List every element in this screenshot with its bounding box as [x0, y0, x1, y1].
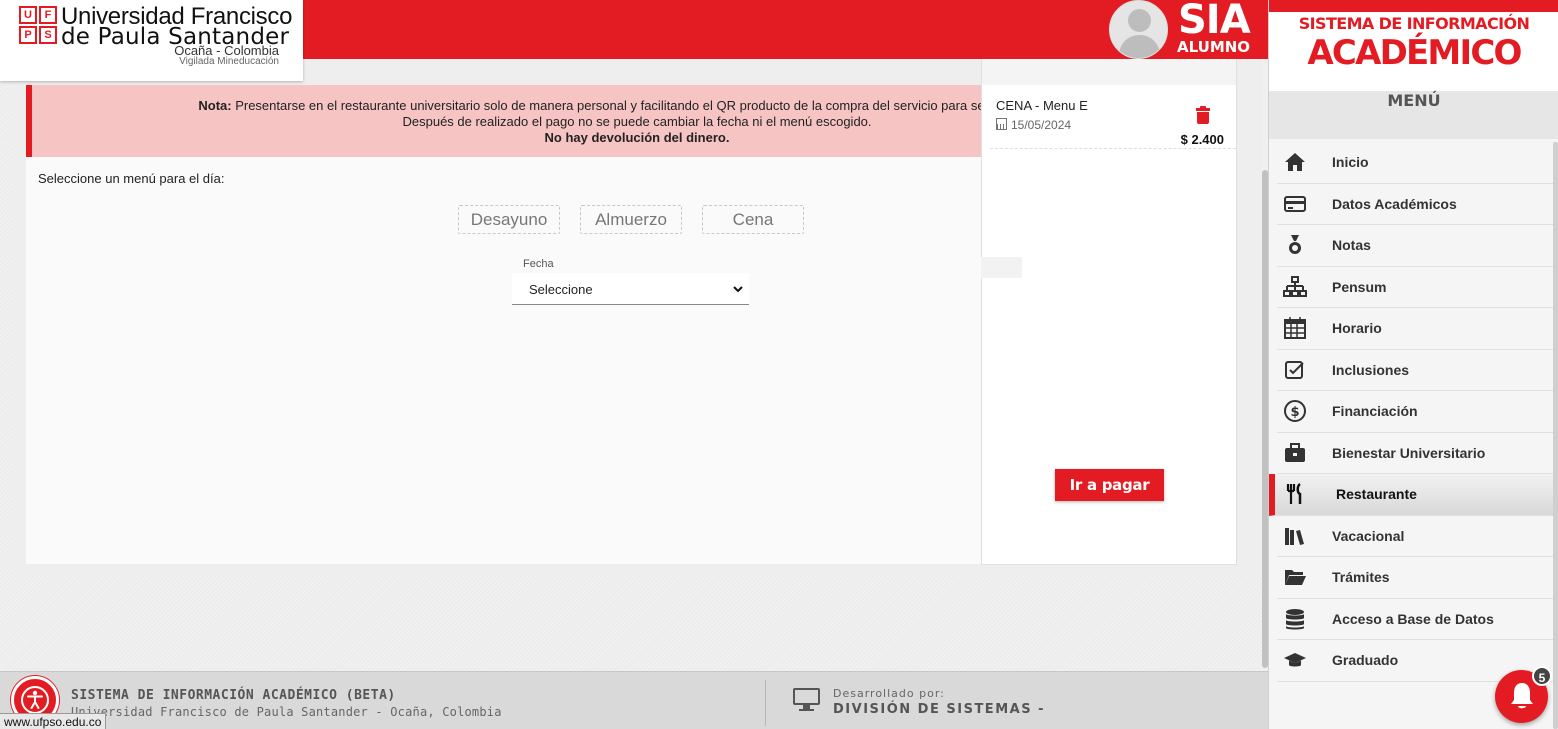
cart-item-date: 15/05/2024	[1011, 118, 1072, 132]
sidebar-item-inicio[interactable]: Inicio	[1277, 142, 1558, 184]
ufps-logo-mark-icon: U F P S	[19, 6, 57, 44]
sidebar-item-label: Financiación	[1332, 403, 1418, 419]
notice-label: Nota:	[198, 98, 232, 113]
sidebar-item-label: Inicio	[1332, 154, 1369, 170]
footer-divider	[765, 680, 766, 726]
footer-title: SISTEMA DE INFORMACIÓN ACADÉMICO (BETA)	[71, 688, 396, 703]
developed-by-label: Desarrollado por:	[833, 687, 945, 700]
date-select[interactable]: Seleccione	[512, 273, 749, 305]
avatar-body	[1119, 35, 1160, 58]
sidebar-item-label: Acceso a Base de Datos	[1332, 610, 1494, 627]
accessibility-icon	[21, 686, 49, 714]
date-select-value: Seleccione	[529, 282, 593, 297]
sidebar-item-label: Restaurante	[1336, 486, 1417, 502]
dinner-button[interactable]: Cena	[702, 205, 804, 234]
sidebar-item-vacacional[interactable]: Vacacional	[1277, 516, 1558, 557]
home-icon	[1285, 153, 1305, 171]
logo-mark-letter: P	[19, 26, 37, 44]
sidebar: SISTEMA DE INFORMACIÓN ACADÉMICO MENÚ In…	[1268, 0, 1558, 729]
checkbox-icon	[1285, 360, 1304, 379]
cart-item: CENA - Menu E 15/05/2024 $ 2.400	[990, 87, 1236, 149]
sidebar-menu: Inicio Datos Académicos Notas Pensum Hor…	[1269, 142, 1558, 682]
cart-header	[982, 59, 1236, 85]
sidebar-item-label: Datos Académicos	[1332, 195, 1457, 212]
vigilada-text: Vigilada Mineducación	[179, 56, 279, 67]
app-title: SIA	[1178, 0, 1251, 43]
sidebar-brand-line1: SISTEMA DE INFORMACIÓN	[1298, 14, 1530, 33]
notification-count-badge: 5	[1532, 666, 1552, 686]
svg-text:$: $	[1290, 405, 1299, 420]
chevron-down-icon	[733, 282, 743, 296]
medal-icon	[1289, 235, 1301, 254]
dollar-icon: $	[1284, 400, 1306, 422]
monitor-icon	[793, 688, 820, 712]
sidebar-scrollbar[interactable]	[1553, 142, 1558, 729]
footer-subtitle: Universidad Francisco de Paula Santander…	[71, 705, 502, 719]
sidebar-item-pensum[interactable]: Pensum	[1277, 267, 1558, 308]
cart-item-date-row: 15/05/2024	[996, 118, 1071, 132]
sidebar-item-restaurante[interactable]: Restaurante	[1269, 474, 1558, 516]
utensils-icon	[1286, 482, 1302, 504]
avatar-head	[1128, 9, 1151, 32]
sidebar-item-label: Graduado	[1332, 652, 1399, 668]
sidebar-item-label: Inclusiones	[1332, 361, 1410, 378]
breakfast-button[interactable]: Desayuno	[458, 205, 560, 234]
university-logo[interactable]: U F P S Universidad Francisco de Paula S…	[0, 0, 303, 81]
menu-title: MENÚ	[1269, 91, 1558, 139]
sidebar-item-label: Trámites	[1332, 569, 1390, 585]
sidebar-item-label: Bienestar Universitario	[1332, 444, 1486, 461]
logo-mark-letter: F	[39, 6, 57, 24]
database-icon	[1286, 608, 1304, 629]
sidebar-item-financiacion[interactable]: $ Financiación	[1277, 391, 1558, 433]
sidebar-brand: SISTEMA DE INFORMACIÓN ACADÉMICO	[1269, 0, 1558, 91]
folder-icon	[1285, 570, 1306, 585]
sidebar-item-tramites[interactable]: Trámites	[1277, 557, 1558, 599]
books-icon	[1285, 527, 1304, 545]
user-avatar[interactable]	[1109, 0, 1168, 59]
cart-item-title: CENA - Menu E	[996, 98, 1088, 113]
sidebar-item-label: Horario	[1332, 320, 1382, 336]
calendar-icon	[1284, 317, 1306, 339]
cart-item-price: $ 2.400	[1180, 132, 1224, 147]
sidebar-item-label: Pensum	[1332, 278, 1387, 295]
logo-mark-letter: S	[39, 26, 57, 44]
date-label: Fecha	[523, 258, 554, 270]
sidebar-item-horario[interactable]: Horario	[1277, 308, 1558, 350]
sidebar-item-label: Vacacional	[1332, 527, 1405, 544]
sidebar-item-inclusiones[interactable]: Inclusiones	[1277, 350, 1558, 391]
card-icon	[1284, 195, 1306, 212]
calendar-icon	[996, 118, 1007, 130]
sidebar-item-label: Notas	[1332, 237, 1371, 253]
sidebar-item-datos-academicos[interactable]: Datos Académicos	[1277, 184, 1558, 225]
notice-line-1: Nota: Presentarse en el restaurante univ…	[32, 98, 981, 113]
notice-line-3: No hay devolución del dinero.	[544, 130, 730, 145]
developer-name: DIVISIÓN DE SISTEMAS -	[833, 702, 1045, 717]
sidebar-item-notas[interactable]: Notas	[1277, 225, 1558, 267]
user-role: ALUMNO	[1177, 38, 1251, 56]
lunch-button[interactable]: Almuerzo	[580, 205, 682, 234]
sitemap-icon	[1283, 275, 1307, 297]
notice-box: Nota: Presentarse en el restaurante univ…	[26, 85, 981, 157]
briefcase-icon	[1285, 442, 1305, 462]
notice-text-1: Presentarse en el restaurante universita…	[235, 98, 981, 113]
input-overflow-strip	[981, 257, 1022, 278]
sidebar-item-bienestar[interactable]: Bienestar Universitario	[1277, 433, 1558, 474]
menu-select-prompt: Seleccione un menú para el día:	[38, 171, 225, 186]
pay-button[interactable]: Ir a pagar	[1055, 469, 1164, 501]
sidebar-item-base-de-datos[interactable]: Acceso a Base de Datos	[1277, 599, 1558, 640]
notice-line-2: Después de realizado el pago no se puede…	[402, 114, 872, 129]
status-bar-url: www.ufpso.edu.co	[0, 713, 107, 729]
graduation-cap-icon	[1284, 653, 1306, 667]
logo-mark-letter: U	[19, 6, 37, 24]
sidebar-brand-line2: ACADÉMICO	[1307, 33, 1522, 73]
footer: SISTEMA DE INFORMACIÓN ACADÉMICO (BETA) …	[0, 671, 1268, 729]
bell-icon	[1511, 683, 1533, 709]
trash-icon[interactable]	[1196, 106, 1210, 124]
